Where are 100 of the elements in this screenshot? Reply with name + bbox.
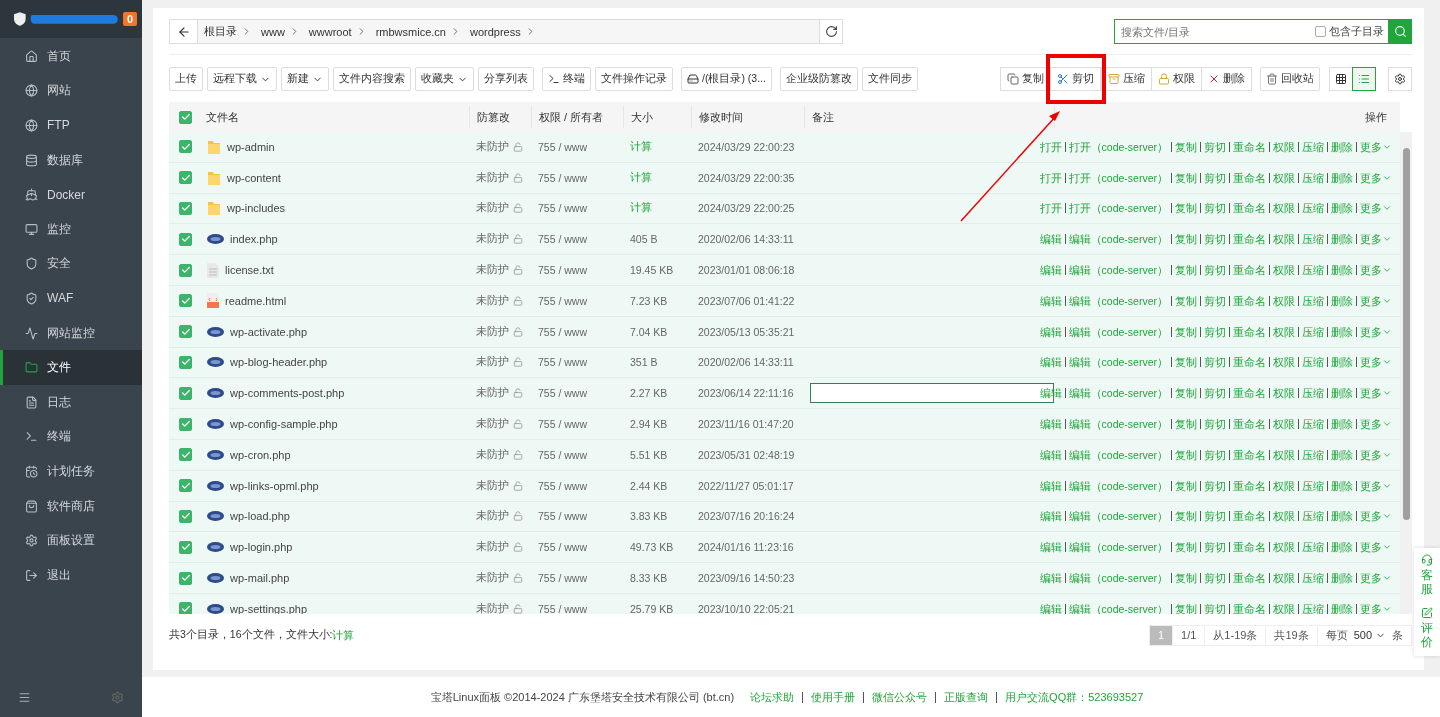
row-action-link[interactable]: 剪切 xyxy=(1200,419,1229,430)
row-action-link[interactable]: 权限 xyxy=(1269,172,1298,183)
toolbar-button[interactable]: 终端 xyxy=(542,67,591,91)
back-button[interactable] xyxy=(170,20,198,43)
row-action-link[interactable]: 编辑 xyxy=(1036,357,1065,368)
row-action-link[interactable]: 压缩 xyxy=(1298,295,1327,306)
breadcrumb-item[interactable]: www xyxy=(255,20,303,43)
row-checkbox[interactable] xyxy=(179,448,192,462)
toolbar-button[interactable]: 文件操作记录 xyxy=(595,67,673,91)
row-action-link[interactable]: 复制 xyxy=(1171,265,1200,276)
row-action-link[interactable]: 编辑 xyxy=(1036,449,1065,460)
row-action-link[interactable]: 打开 xyxy=(1036,172,1065,183)
row-action-link[interactable]: 更多 xyxy=(1356,449,1395,460)
toolbar-button[interactable]: 企业级防篡改 xyxy=(779,67,858,91)
file-name[interactable]: wp-login.php xyxy=(230,541,293,554)
row-checkbox[interactable] xyxy=(179,355,192,369)
row-action-link[interactable]: 权限 xyxy=(1269,326,1298,337)
row-action-link[interactable]: 更多 xyxy=(1356,265,1395,276)
row-action-link[interactable]: 剪切 xyxy=(1200,172,1229,183)
row-action-link[interactable]: 删除 xyxy=(1327,480,1356,491)
row-action-link[interactable]: 删除 xyxy=(1327,388,1356,399)
row-action-link[interactable]: 重命名 xyxy=(1229,357,1269,368)
row-action-link[interactable]: 重命名 xyxy=(1229,203,1269,214)
toolbar-button[interactable]: 远程下载 xyxy=(207,67,277,91)
row-action-link[interactable]: 删除 xyxy=(1327,603,1356,614)
row-action-link[interactable]: 剪切 xyxy=(1200,449,1229,460)
breadcrumb-item[interactable]: 根目录 xyxy=(198,20,255,43)
row-action-link[interactable]: 剪切 xyxy=(1200,203,1229,214)
select-all-checkbox[interactable] xyxy=(179,110,192,124)
footer-link[interactable]: 使用手册 xyxy=(802,691,864,703)
sidebar-item[interactable]: 退出 xyxy=(0,557,142,593)
footer-link[interactable]: 微信公众号 xyxy=(863,691,936,703)
row-checkbox[interactable] xyxy=(179,386,192,400)
row-action-link[interactable]: 压缩 xyxy=(1298,326,1327,337)
row-action-link[interactable]: 更多 xyxy=(1356,603,1395,614)
row-action-link[interactable]: 更多 xyxy=(1356,295,1395,306)
row-action-link[interactable]: 删除 xyxy=(1327,141,1356,152)
row-action-link[interactable]: 编辑 xyxy=(1036,265,1065,276)
sidebar-item[interactable]: WAF xyxy=(0,281,142,316)
row-action-link[interactable]: 复制 xyxy=(1171,511,1200,522)
row-checkbox[interactable] xyxy=(179,263,192,277)
sidebar-item[interactable]: 面板设置 xyxy=(0,523,142,558)
row-action-link[interactable]: 复制 xyxy=(1171,573,1200,584)
row-action-link[interactable]: 剪切 xyxy=(1200,141,1229,152)
row-action-link[interactable]: 编辑（code-server） xyxy=(1064,295,1171,306)
refresh-button[interactable] xyxy=(819,20,842,43)
row-action-link[interactable]: 删除 xyxy=(1327,419,1356,430)
file-name[interactable]: index.php xyxy=(230,233,278,246)
row-action-link[interactable]: 剪切 xyxy=(1200,603,1229,614)
row-action-link[interactable]: 打开（code-server） xyxy=(1064,172,1171,183)
toolbar-button[interactable]: 收藏夹 xyxy=(415,67,474,91)
grid-view-button[interactable] xyxy=(1329,67,1353,91)
sidebar-item[interactable]: 计划任务 xyxy=(0,454,142,489)
toolbar-button[interactable]: 删除 xyxy=(1201,67,1252,91)
row-action-link[interactable]: 重命名 xyxy=(1229,172,1269,183)
row-action-link[interactable]: 压缩 xyxy=(1298,172,1327,183)
row-action-link[interactable]: 打开 xyxy=(1036,203,1065,214)
row-action-link[interactable]: 删除 xyxy=(1327,326,1356,337)
row-action-link[interactable]: 重命名 xyxy=(1229,511,1269,522)
row-action-link[interactable]: 剪切 xyxy=(1200,265,1229,276)
row-action-link[interactable]: 删除 xyxy=(1327,573,1356,584)
sidebar-item[interactable]: 终端 xyxy=(0,419,142,455)
row-action-link[interactable]: 打开 xyxy=(1036,141,1065,152)
row-action-link[interactable]: 重命名 xyxy=(1229,419,1269,430)
row-action-link[interactable]: 编辑（code-server） xyxy=(1064,511,1171,522)
unlock-icon[interactable] xyxy=(513,234,523,245)
row-action-link[interactable]: 压缩 xyxy=(1298,388,1327,399)
row-action-link[interactable]: 编辑 xyxy=(1036,511,1065,522)
unlock-icon[interactable] xyxy=(513,172,523,183)
row-action-link[interactable]: 压缩 xyxy=(1298,203,1327,214)
row-action-link[interactable]: 剪切 xyxy=(1200,573,1229,584)
row-action-link[interactable]: 重命名 xyxy=(1229,295,1269,306)
row-action-link[interactable]: 重命名 xyxy=(1229,388,1269,399)
footer-link[interactable]: 用户交流QQ群：523693527 xyxy=(996,691,1152,703)
unlock-icon[interactable] xyxy=(513,141,523,152)
row-action-link[interactable]: 复制 xyxy=(1171,357,1200,368)
row-action-link[interactable]: 删除 xyxy=(1327,511,1356,522)
row-checkbox[interactable] xyxy=(179,202,192,215)
calculate-link[interactable]: 计算 xyxy=(332,627,355,643)
row-action-link[interactable]: 编辑（code-server） xyxy=(1064,603,1171,614)
row-action-link[interactable]: 编辑 xyxy=(1036,573,1065,584)
settings-icon[interactable] xyxy=(111,690,124,704)
row-action-link[interactable]: 编辑（code-server） xyxy=(1064,388,1171,399)
footer-link[interactable]: 正版查询 xyxy=(935,691,997,703)
row-action-link[interactable]: 编辑 xyxy=(1036,419,1065,430)
row-action-link[interactable]: 删除 xyxy=(1327,449,1356,460)
toolbar-button[interactable]: 新建 xyxy=(281,67,329,91)
file-name[interactable]: wp-includes xyxy=(227,202,286,215)
row-action-link[interactable]: 复制 xyxy=(1171,234,1200,245)
feedback-button[interactable]: 评价 xyxy=(1421,606,1433,650)
row-action-link[interactable]: 重命名 xyxy=(1229,542,1269,553)
row-action-link[interactable]: 编辑（code-server） xyxy=(1064,542,1171,553)
row-checkbox[interactable] xyxy=(179,509,192,523)
row-action-link[interactable]: 剪切 xyxy=(1200,234,1229,245)
row-action-link[interactable]: 剪切 xyxy=(1200,480,1229,491)
calculate-link[interactable]: 计算 xyxy=(623,139,691,154)
row-action-link[interactable]: 压缩 xyxy=(1298,265,1327,276)
row-checkbox[interactable] xyxy=(179,540,192,554)
include-subdirs-checkbox[interactable]: 包含子目录 xyxy=(1315,19,1388,44)
unlock-icon[interactable] xyxy=(513,480,523,491)
